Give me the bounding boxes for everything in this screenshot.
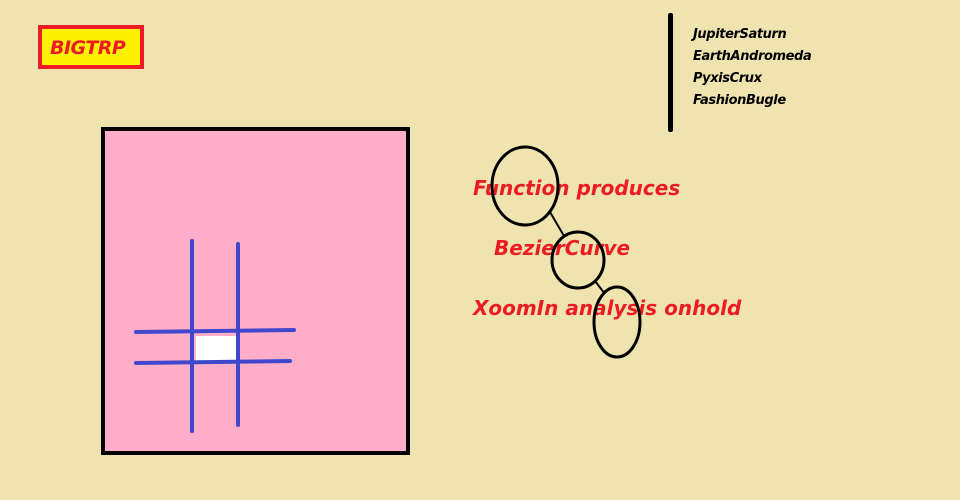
logo-badge: BIGTRP [38, 25, 144, 69]
annotation-label: BezierCurve [494, 236, 631, 260]
connector-line [594, 280, 606, 295]
grid-line-horizontal-bottom [134, 359, 292, 365]
connector-line [549, 211, 565, 237]
annotation-label: Function produces [473, 176, 681, 200]
hash-grid [134, 239, 296, 433]
logo-text: BIGTRP [50, 37, 126, 59]
name-list-item: PyxisCrux [693, 71, 762, 86]
name-list-item: FashionBugle [693, 93, 786, 108]
name-list: JupiterSaturn EarthAndromeda PyxisCrux F… [693, 25, 812, 113]
name-list-item: JupiterSaturn [693, 27, 787, 42]
grid-line-horizontal-top [134, 328, 296, 334]
annotation-label: XoomIn analysis onhold [473, 296, 742, 320]
vertical-divider [668, 13, 673, 132]
name-list-item: EarthAndromeda [693, 49, 812, 64]
center-cell [196, 336, 239, 363]
pink-panel [101, 127, 410, 455]
